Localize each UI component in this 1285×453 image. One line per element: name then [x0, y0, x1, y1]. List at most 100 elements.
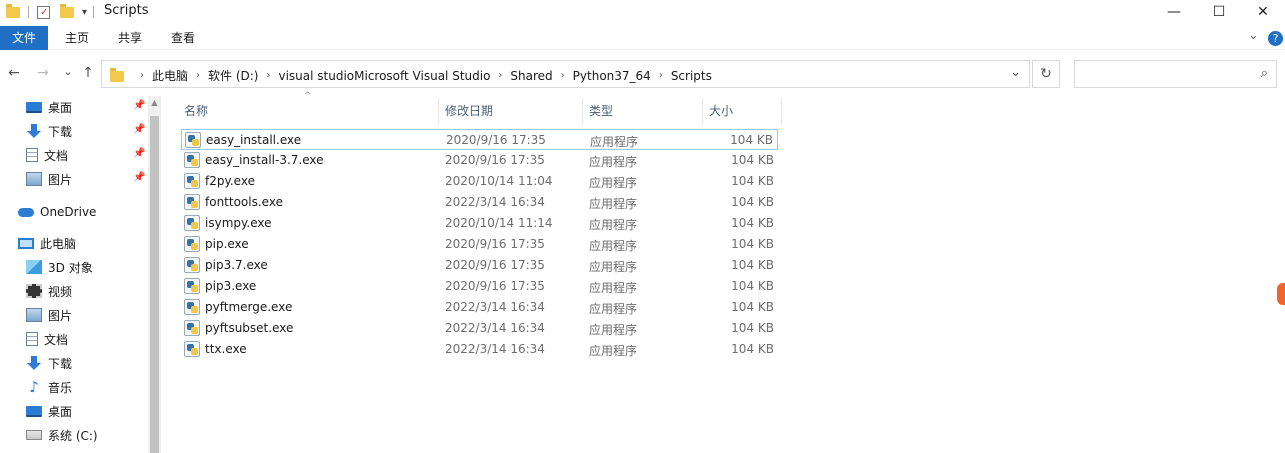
file-date: 2020/9/16 17:35 — [446, 133, 546, 147]
folder-icon — [110, 68, 124, 82]
breadcrumb-separator[interactable]: › — [498, 70, 502, 81]
tab-share[interactable]: 共享 — [106, 26, 154, 50]
file-size: 104 KB — [731, 279, 774, 293]
python-exe-icon — [184, 278, 200, 294]
up-button[interactable]: ↑ — [78, 65, 98, 81]
sidebar-item-label: 视频 — [48, 284, 73, 299]
tab-file[interactable]: 文件 — [0, 26, 48, 50]
address-bar[interactable]: › 此电脑 › 软件 (D:) › visual studioMicrosoft… — [101, 60, 1030, 88]
breadcrumb-visual-studio[interactable]: visual studioMicrosoft Visual Studio — [278, 69, 490, 83]
sidebar-item-this-pc[interactable]: 此电脑 — [18, 232, 76, 254]
file-date: 2022/3/14 16:34 — [445, 195, 545, 209]
python-exe-icon — [184, 194, 200, 210]
file-row[interactable]: isympy.exe 2020/10/14 11:14 应用程序 104 KB — [181, 213, 778, 234]
file-row[interactable]: easy_install.exe 2020/9/16 17:35 应用程序 104 K… — [181, 129, 778, 150]
maximize-button[interactable]: ☐ — [1196, 0, 1242, 24]
breadcrumb-shared[interactable]: Shared — [510, 69, 552, 83]
breadcrumb-separator[interactable]: › — [561, 70, 565, 81]
file-name: isympy.exe — [205, 216, 272, 230]
file-row[interactable]: pip.exe 2020/9/16 17:35 应用程序 104 KB — [181, 234, 778, 255]
3d-objects-icon — [26, 260, 42, 274]
pin-icon[interactable]: 📌 — [133, 100, 145, 111]
floating-widget-icon[interactable] — [1277, 283, 1285, 305]
file-row[interactable]: pyftmerge.exe 2022/3/14 16:34 应用程序 104 KB — [181, 297, 778, 318]
file-row[interactable]: easy_install-3.7.exe 2020/9/16 17:35 应用程序 1… — [181, 150, 778, 171]
breadcrumb-separator[interactable]: › — [196, 70, 200, 81]
file-name: pip3.exe — [205, 279, 257, 293]
scroll-up-icon[interactable]: ▲ — [150, 98, 159, 107]
close-button[interactable]: ✕ — [1240, 0, 1285, 24]
file-name: easy_install-3.7.exe — [205, 153, 324, 167]
file-list: ^ 名称 修改日期 类型 大小 easy_install.exe 2020/9/1… — [162, 90, 1285, 453]
properties-icon[interactable]: ✓ — [37, 5, 50, 19]
column-divider[interactable] — [781, 98, 782, 124]
expand-ribbon-button[interactable]: ⌄ — [1248, 28, 1259, 43]
file-date: 2022/3/14 16:34 — [445, 321, 545, 335]
search-box[interactable]: ⌕ — [1074, 60, 1277, 88]
file-size: 104 KB — [731, 300, 774, 314]
tab-view[interactable]: 查看 — [159, 26, 207, 50]
breadcrumb-separator[interactable]: › — [266, 70, 270, 81]
file-type: 应用程序 — [589, 155, 638, 169]
desktop-icon — [26, 405, 42, 417]
sidebar-item-label: 文档 — [44, 148, 69, 163]
breadcrumb-python37[interactable]: Python37_64 — [573, 69, 651, 83]
file-row[interactable]: pyftsubset.exe 2022/3/14 16:34 应用程序 104 KB — [181, 318, 778, 339]
sidebar-item-desktop[interactable]: 桌面 — [26, 96, 72, 118]
breadcrumb-separator[interactable]: › — [659, 70, 663, 81]
sidebar-item-drive-c[interactable]: 系统 (C:) — [26, 424, 98, 446]
download-icon — [26, 124, 42, 138]
refresh-button[interactable]: ↻ — [1032, 60, 1060, 88]
file-name: pip3.7.exe — [205, 258, 268, 272]
tab-home[interactable]: 主页 — [53, 26, 101, 50]
pin-icon[interactable]: 📌 — [133, 172, 145, 183]
file-date: 2020/10/14 11:04 — [445, 174, 553, 188]
documents-icon — [26, 148, 38, 162]
sidebar-item-downloads[interactable]: 下载 — [26, 120, 72, 142]
sidebar-item-videos[interactable]: 视频 — [26, 280, 72, 302]
sidebar-item-pictures[interactable]: 图片 — [26, 168, 72, 190]
file-type: 应用程序 — [589, 281, 638, 295]
minimize-button[interactable]: — — [1151, 0, 1197, 24]
pin-icon[interactable]: 📌 — [133, 148, 145, 159]
sidebar-item-downloads-pc[interactable]: 下载 — [26, 352, 72, 374]
column-header-date[interactable]: 修改日期 — [439, 100, 582, 122]
search-input[interactable] — [1081, 66, 1251, 80]
file-row[interactable]: pip3.exe 2020/9/16 17:35 应用程序 104 KB — [181, 276, 778, 297]
python-exe-icon — [184, 236, 200, 252]
breadcrumb-scripts[interactable]: Scripts — [671, 69, 712, 83]
file-row[interactable]: fonttools.exe 2022/3/14 16:34 应用程序 104 KB — [181, 192, 778, 213]
address-dropdown-button[interactable]: ⌄ — [1010, 65, 1021, 80]
breadcrumb-drive-d[interactable]: 软件 (D:) — [208, 67, 258, 84]
sidebar-item-3d-objects[interactable]: 3D 对象 — [26, 256, 93, 278]
sidebar-item-documents-pc[interactable]: 文档 — [26, 328, 68, 350]
search-icon[interactable]: ⌕ — [1261, 66, 1268, 81]
column-header-size[interactable]: 大小 — [703, 100, 781, 122]
file-date: 2020/9/16 17:35 — [445, 258, 545, 272]
forward-button[interactable]: → — [33, 65, 53, 81]
breadcrumb-separator[interactable]: › — [140, 70, 144, 81]
python-exe-icon — [184, 215, 200, 231]
file-row[interactable]: pip3.7.exe 2020/9/16 17:35 应用程序 104 KB — [181, 255, 778, 276]
file-type: 应用程序 — [589, 239, 638, 253]
file-row[interactable]: f2py.exe 2020/10/14 11:04 应用程序 104 KB — [181, 171, 778, 192]
title-bar: ✓ ▾ Scripts — ☐ ✕ — [0, 0, 1285, 24]
recent-locations-button[interactable]: ⌄ — [58, 65, 78, 78]
sidebar-item-documents[interactable]: 文档 — [26, 144, 68, 166]
file-row[interactable]: ttx.exe 2022/3/14 16:34 应用程序 104 KB — [181, 339, 778, 360]
column-header-name[interactable]: 名称 — [178, 100, 438, 122]
sidebar-scrollbar-thumb[interactable] — [150, 116, 159, 453]
sidebar-item-desktop-pc[interactable]: 桌面 — [26, 400, 72, 422]
sidebar-item-music[interactable]: ♪ 音乐 — [26, 376, 72, 398]
back-button[interactable]: ← — [4, 65, 24, 81]
breadcrumb-this-pc[interactable]: 此电脑 — [152, 67, 188, 84]
sidebar-item-onedrive[interactable]: OneDrive — [18, 201, 96, 223]
pin-icon[interactable]: 📌 — [133, 124, 145, 135]
file-name: pyftsubset.exe — [205, 321, 294, 335]
sidebar-item-pictures-pc[interactable]: 图片 — [26, 304, 72, 326]
customize-toolbar-dropdown[interactable]: ▾ — [82, 7, 87, 18]
help-icon[interactable]: ? — [1268, 31, 1283, 46]
sidebar-item-label: 此电脑 — [40, 236, 77, 251]
column-header-type[interactable]: 类型 — [583, 100, 702, 122]
new-folder-icon[interactable] — [60, 3, 74, 18]
